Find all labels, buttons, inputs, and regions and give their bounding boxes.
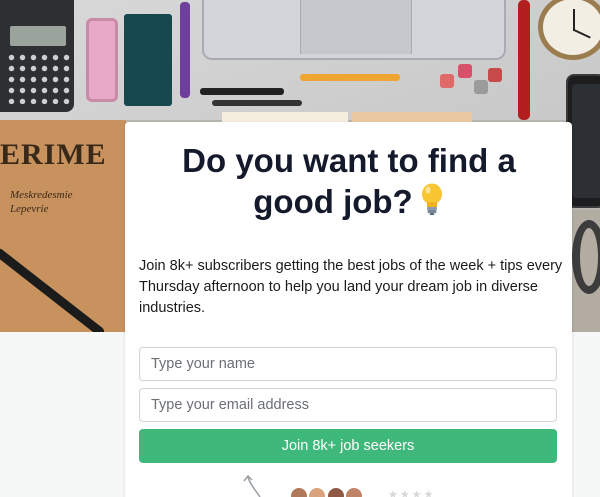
pencil-illustration xyxy=(212,100,302,106)
laptop-illustration xyxy=(202,0,506,60)
board-title: ERIME xyxy=(0,138,107,171)
tape-illustration xyxy=(572,220,600,294)
lightbulb-icon xyxy=(419,182,445,225)
pencil-illustration xyxy=(300,74,400,81)
board-subtitle: Meskredesmie Lepevrie xyxy=(10,189,73,215)
star-icon: ★ xyxy=(388,489,400,497)
clips-illustration xyxy=(440,64,510,104)
star-icon: ★ xyxy=(399,489,412,497)
star-icon: ★ xyxy=(423,489,436,497)
signup-card: Do you want to find a good job? Join 8k+… xyxy=(125,122,572,497)
subscriber-avatars xyxy=(289,486,365,497)
notebook-illustration xyxy=(124,14,172,106)
pen-illustration xyxy=(180,2,190,98)
name-input[interactable] xyxy=(139,347,557,381)
pen-illustration xyxy=(518,0,530,120)
signup-headline: Do you want to find a good job? xyxy=(139,140,559,225)
stapler-illustration xyxy=(86,18,118,102)
rating-stars: ★★★★ xyxy=(388,488,436,497)
calculator-illustration xyxy=(0,0,74,112)
avatar xyxy=(289,486,309,497)
join-button[interactable]: Join 8k+ job seekers xyxy=(139,429,557,463)
signup-description: Join 8k+ subscribers getting the best jo… xyxy=(139,258,563,316)
email-input[interactable] xyxy=(139,388,557,422)
pencil-illustration xyxy=(200,88,284,95)
avatar xyxy=(325,486,346,497)
clock-illustration xyxy=(538,0,600,60)
avatar xyxy=(307,486,328,497)
star-icon: ★ xyxy=(411,489,424,497)
avatar xyxy=(344,486,365,497)
curved-arrow-icon xyxy=(243,474,261,497)
